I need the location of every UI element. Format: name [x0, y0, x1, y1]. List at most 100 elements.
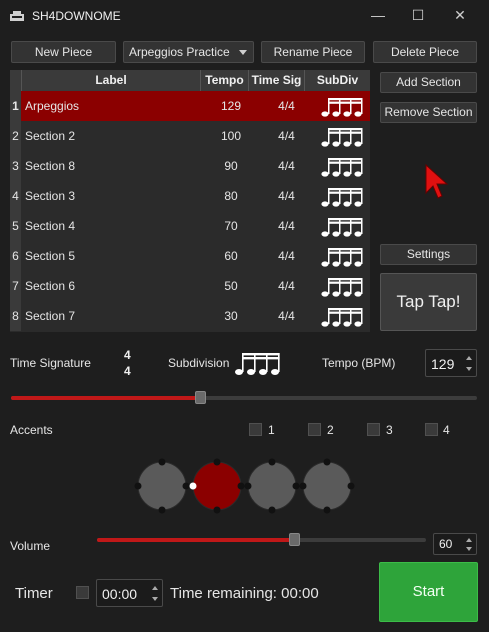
- sixteenth-notes-icon: [321, 126, 367, 148]
- row-cells[interactable]: Section 3 80 4/4: [21, 181, 370, 211]
- tempo-up-icon[interactable]: [464, 353, 474, 363]
- sixteenth-notes-icon: [321, 156, 367, 178]
- timer-spinbox[interactable]: 00:00: [96, 579, 163, 607]
- sixteenth-notes-icon[interactable]: [234, 351, 282, 377]
- table-row[interactable]: 3 Section 8 90 4/4: [10, 151, 370, 181]
- beat-indicator: [299, 458, 355, 514]
- piece-select-value: Arpeggios Practice: [129, 45, 230, 59]
- table-row[interactable]: 2 Section 2 100 4/4: [10, 121, 370, 151]
- row-number[interactable]: 3: [10, 151, 21, 181]
- sixteenth-notes-icon: [321, 276, 367, 298]
- row-cells[interactable]: Section 2 100 4/4: [21, 121, 370, 151]
- row-cells[interactable]: Section 7 30 4/4: [21, 301, 370, 331]
- accent-checkbox-1[interactable]: [249, 423, 262, 436]
- window-title: SH4DOWNOME: [32, 9, 121, 23]
- tempo-slider[interactable]: [11, 391, 477, 404]
- table-row[interactable]: 1 Arpeggios 129 4/4: [10, 91, 370, 121]
- remove-section-button[interactable]: Remove Section: [380, 102, 477, 123]
- row-time-sig: 4/4: [278, 249, 295, 263]
- beat-indicator: [189, 458, 245, 514]
- table-row[interactable]: 8 Section 7 30 4/4: [10, 301, 370, 331]
- header-tempo[interactable]: Tempo: [200, 70, 248, 91]
- volume-slider[interactable]: [97, 533, 426, 546]
- table-row[interactable]: 7 Section 6 50 4/4: [10, 271, 370, 301]
- new-piece-button[interactable]: New Piece: [11, 41, 116, 63]
- chevron-down-icon: [239, 50, 247, 55]
- time-signature-bottom[interactable]: 4: [124, 364, 131, 378]
- mouse-pointer-icon: [425, 163, 449, 199]
- row-cells[interactable]: Section 4 70 4/4: [21, 211, 370, 241]
- header-subdiv[interactable]: SubDiv: [304, 70, 370, 91]
- delete-piece-button[interactable]: Delete Piece: [373, 41, 477, 63]
- row-number[interactable]: 7: [10, 271, 21, 301]
- table-row[interactable]: 4 Section 3 80 4/4: [10, 181, 370, 211]
- row-label: Section 2: [25, 129, 76, 143]
- row-tempo: 80: [224, 189, 238, 203]
- timer-down-icon[interactable]: [150, 594, 160, 604]
- close-button[interactable]: ✕: [440, 0, 480, 30]
- accent-checkbox-4[interactable]: [425, 423, 438, 436]
- row-tempo: 30: [224, 309, 238, 323]
- row-label: Section 8: [25, 159, 76, 173]
- volume-slider-handle[interactable]: [289, 533, 300, 546]
- header-time-sig[interactable]: Time Sig: [248, 70, 304, 91]
- tap-tempo-button[interactable]: Tap Tap!: [380, 273, 477, 331]
- row-number[interactable]: 2: [10, 121, 21, 151]
- row-cells[interactable]: Section 8 90 4/4: [21, 151, 370, 181]
- row-number[interactable]: 6: [10, 241, 21, 271]
- sixteenth-notes-icon: [321, 96, 367, 118]
- minimize-button[interactable]: —: [358, 0, 398, 30]
- add-section-button[interactable]: Add Section: [380, 72, 477, 93]
- metronome-icon: [10, 11, 24, 21]
- row-cells[interactable]: Section 5 60 4/4: [21, 241, 370, 271]
- row-number[interactable]: 5: [10, 211, 21, 241]
- row-time-sig: 4/4: [278, 129, 295, 143]
- accent-checkbox-label-4: 4: [443, 423, 450, 437]
- sixteenth-notes-icon: [321, 186, 367, 208]
- sixteenth-notes-icon: [321, 306, 367, 328]
- row-tempo: 90: [224, 159, 238, 173]
- header-label[interactable]: Label: [21, 70, 200, 91]
- maximize-button[interactable]: ☐: [398, 0, 438, 30]
- piece-select[interactable]: Arpeggios Practice: [123, 41, 254, 63]
- accents-label: Accents: [10, 423, 53, 437]
- table-row[interactable]: 6 Section 5 60 4/4: [10, 241, 370, 271]
- timer-label: Timer: [15, 585, 53, 602]
- time-remaining-text: Time remaining: 00:00: [170, 585, 319, 602]
- beat-indicator: [244, 458, 300, 514]
- row-number[interactable]: 8: [10, 301, 21, 331]
- tempo-slider-fill: [11, 396, 200, 400]
- volume-spinbox[interactable]: 60: [433, 533, 477, 555]
- row-tempo: 60: [224, 249, 238, 263]
- sixteenth-notes-icon: [321, 246, 367, 268]
- row-tempo: 50: [224, 279, 238, 293]
- row-number[interactable]: 1: [10, 91, 21, 121]
- tempo-spinbox[interactable]: 129: [425, 349, 477, 377]
- row-number[interactable]: 4: [10, 181, 21, 211]
- row-time-sig: 4/4: [278, 159, 295, 173]
- settings-button[interactable]: Settings: [380, 244, 477, 265]
- row-cells[interactable]: Arpeggios 129 4/4: [21, 91, 370, 121]
- accent-checkbox-label-1: 1: [268, 423, 275, 437]
- volume-down-icon[interactable]: [464, 544, 474, 554]
- timer-up-icon[interactable]: [150, 583, 160, 593]
- tempo-down-icon[interactable]: [464, 364, 474, 374]
- start-button[interactable]: Start: [379, 562, 478, 622]
- time-signature-top[interactable]: 4: [124, 348, 131, 362]
- beat-indicators: [134, 458, 355, 514]
- accent-checkbox-2[interactable]: [308, 423, 321, 436]
- accent-checkbox-3[interactable]: [367, 423, 380, 436]
- row-label: Section 5: [25, 249, 76, 263]
- row-tempo: 100: [220, 129, 242, 143]
- sections-table[interactable]: Label Tempo Time Sig SubDiv 1 Arpeggios 12…: [10, 70, 370, 332]
- row-cells[interactable]: Section 6 50 4/4: [21, 271, 370, 301]
- volume-value: 60: [439, 537, 453, 551]
- table-row[interactable]: 5 Section 4 70 4/4: [10, 211, 370, 241]
- time-signature-label: Time Signature: [10, 356, 91, 370]
- row-label: Arpeggios: [25, 99, 80, 113]
- timer-checkbox[interactable]: [76, 586, 89, 599]
- tempo-slider-handle[interactable]: [195, 391, 206, 404]
- beat-indicator: [134, 458, 190, 514]
- row-label: Section 3: [25, 189, 76, 203]
- rename-piece-button[interactable]: Rename Piece: [261, 41, 365, 63]
